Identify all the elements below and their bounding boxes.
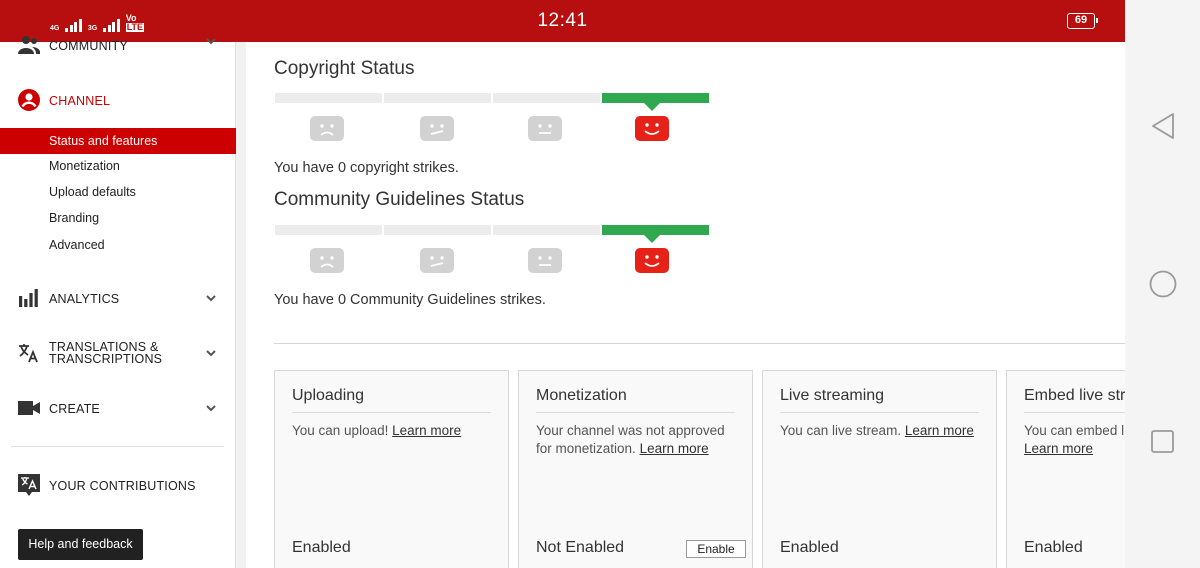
sidebar-item-label: TRANSLATIONS & TRANSCRIPTIONS	[49, 341, 163, 366]
section-divider	[274, 343, 1125, 344]
happy-face-icon	[635, 116, 669, 141]
feature-card-monetization: Monetization Your channel was not approv…	[518, 370, 753, 568]
meter-pointer	[644, 235, 660, 243]
chevron-down-icon[interactable]	[205, 35, 217, 47]
card-description-text: You can live stream.	[780, 423, 902, 438]
main-content: Copyright Status You have 0 copyright st…	[246, 42, 1125, 568]
card-description: You can embed li Learn more	[1024, 422, 1125, 458]
home-circle-icon[interactable]	[1149, 270, 1177, 298]
feature-card-uploading: Uploading You can upload! Learn more Ena…	[274, 370, 509, 568]
card-title: Live streaming	[780, 387, 885, 404]
meter-segment-current	[602, 225, 709, 235]
meter-segment	[384, 93, 491, 103]
card-divider	[780, 412, 979, 413]
sidebar-item-label: CREATE	[49, 402, 100, 416]
learn-more-link[interactable]: Learn more	[640, 441, 709, 456]
copyright-status-title: Copyright Status	[274, 58, 415, 79]
card-title: Uploading	[292, 387, 365, 404]
sidebar: COMMUNITY CHANNEL Status and features Mo…	[0, 36, 236, 568]
sad-face-icon	[310, 116, 344, 141]
feature-card-live-streaming: Live streaming You can live stream. Lear…	[762, 370, 997, 568]
translations-label-line2: TRANSCRIPTIONS	[49, 352, 163, 366]
sidebar-subitem-branding[interactable]: Branding	[0, 205, 236, 231]
system-navigation-bar	[1125, 0, 1200, 568]
chevron-down-icon[interactable]	[205, 347, 217, 359]
meter-segment	[384, 225, 491, 235]
community-strike-meter	[275, 225, 709, 275]
sidebar-subitem-status-and-features[interactable]: Status and features	[0, 128, 236, 154]
card-status: Not Enabled	[536, 539, 625, 556]
sidebar-item-label: ANALYTICS	[49, 292, 120, 306]
meter-pointer	[644, 103, 660, 111]
sidebar-item-analytics[interactable]: ANALYTICS	[0, 285, 236, 311]
clock: 12:41	[537, 10, 588, 31]
learn-more-link[interactable]: Learn more	[905, 423, 974, 438]
back-triangle-icon[interactable]	[1149, 112, 1177, 140]
sidebar-item-label: COMMUNITY	[49, 39, 128, 53]
card-divider	[536, 412, 735, 413]
sad-face-icon	[310, 248, 344, 273]
card-description-text: You can upload!	[292, 423, 389, 438]
video-camera-icon	[17, 396, 41, 420]
meter-segment	[275, 225, 382, 235]
meter-segment	[493, 225, 600, 235]
help-and-feedback-button[interactable]: Help and feedback	[18, 529, 143, 560]
sidebar-item-label: CHANNEL	[49, 94, 111, 108]
sidebar-subitem-upload-defaults[interactable]: Upload defaults	[0, 179, 236, 205]
card-status: Enabled	[292, 539, 351, 556]
card-description-text: You can embed li	[1024, 423, 1125, 438]
meter-segment	[493, 93, 600, 103]
chevron-down-icon[interactable]	[205, 402, 217, 414]
sidebar-item-channel[interactable]: CHANNEL	[0, 87, 236, 113]
sidebar-item-your-contributions[interactable]: YOUR CONTRIBUTIONS	[0, 472, 236, 498]
card-title: Embed live stre	[1024, 387, 1125, 404]
card-divider	[1024, 412, 1125, 413]
chevron-down-icon[interactable]	[205, 292, 217, 304]
card-description: You can live stream. Learn more	[780, 422, 985, 440]
translate-box-icon	[17, 473, 41, 497]
learn-more-link[interactable]: Learn more	[392, 423, 461, 438]
copyright-strike-meter	[275, 93, 709, 143]
unsure-face-icon	[420, 116, 454, 141]
recents-square-icon[interactable]	[1149, 428, 1177, 456]
learn-more-link[interactable]: Learn more	[1024, 441, 1093, 456]
card-description: Your channel was not approved for moneti…	[536, 422, 741, 458]
card-status: Enabled	[1024, 539, 1083, 556]
feature-card-embed-live-streams: Embed live stre You can embed li Learn mo…	[1006, 370, 1125, 568]
sidebar-item-translations[interactable]: TRANSLATIONS & TRANSCRIPTIONS	[0, 338, 236, 368]
account-circle-icon	[17, 88, 41, 112]
sidebar-item-label: YOUR CONTRIBUTIONS	[49, 479, 196, 493]
meter-segment-current	[602, 93, 709, 103]
card-status: Enabled	[780, 539, 839, 556]
sidebar-item-community[interactable]: COMMUNITY	[0, 35, 236, 57]
people-icon	[17, 34, 41, 58]
sidebar-item-create[interactable]: CREATE	[0, 395, 236, 421]
meter-segment	[275, 93, 382, 103]
neutral-face-icon	[528, 248, 562, 273]
battery-level: 69	[1074, 14, 1088, 26]
card-divider	[292, 412, 491, 413]
enable-button[interactable]: Enable	[686, 540, 746, 558]
translate-icon	[17, 341, 41, 365]
sidebar-divider	[11, 446, 224, 447]
happy-face-icon	[635, 248, 669, 273]
community-strikes-text: You have 0 Community Guidelines strikes.	[274, 292, 546, 308]
neutral-face-icon	[528, 116, 562, 141]
sidebar-subitem-advanced[interactable]: Advanced	[0, 232, 236, 258]
card-title: Monetization	[536, 387, 627, 404]
community-guidelines-status-title: Community Guidelines Status	[274, 189, 525, 210]
unsure-face-icon	[420, 248, 454, 273]
card-description: You can upload! Learn more	[292, 422, 497, 440]
bar-chart-icon	[17, 286, 41, 310]
sidebar-subitem-monetization[interactable]: Monetization	[0, 153, 236, 179]
copyright-strikes-text: You have 0 copyright strikes.	[274, 160, 459, 176]
battery-icon: 69	[1067, 13, 1098, 29]
